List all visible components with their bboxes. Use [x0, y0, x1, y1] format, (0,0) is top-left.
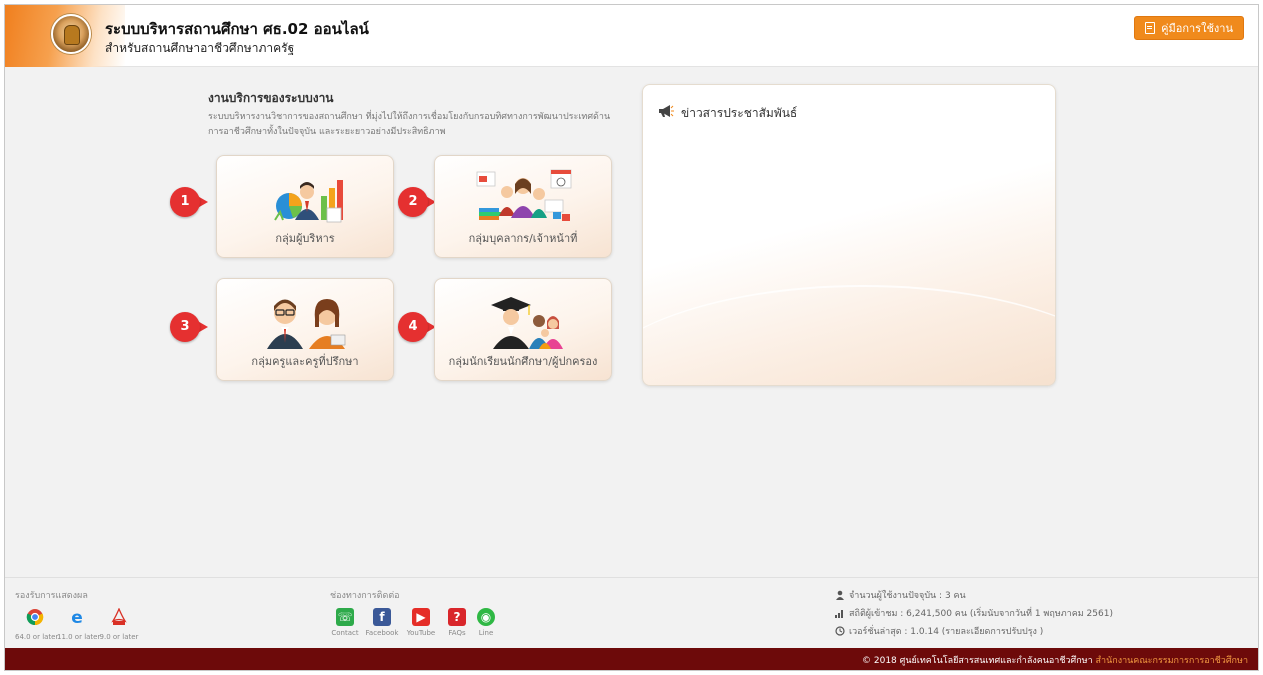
- institution-seal-logo[interactable]: [51, 14, 91, 54]
- version-text: เวอร์ชั่นล่าสุด : 1.0.14 (รายละเอียดการป…: [849, 627, 1044, 637]
- footer-info: รองรับการแสดงผล 64.0 or later e 11.0 or …: [5, 577, 1258, 650]
- contact-caption: Facebook: [365, 629, 399, 637]
- ie-icon: e: [71, 608, 83, 628]
- card-executive-group[interactable]: กลุ่มผู้บริหาร: [216, 155, 394, 258]
- megaphone-icon: [659, 105, 674, 117]
- card-teachers-group[interactable]: กลุ่มครูและครูที่ปรึกษา: [216, 278, 394, 381]
- contact-line[interactable]: ◉ Line: [464, 608, 508, 637]
- contacts-title: ช่องทางการติดต่อ: [330, 591, 400, 601]
- line-icon: ◉: [477, 608, 495, 626]
- phone-icon: ☏: [336, 608, 354, 626]
- pdf-icon: [111, 607, 127, 625]
- card-label: กลุ่มบุคลากร/เจ้าหน้าที่: [468, 232, 578, 245]
- user-icon: [836, 590, 844, 600]
- number-badge-label: 4: [408, 319, 418, 334]
- number-badge-label: 3: [180, 319, 190, 334]
- browser-caption: 9.0 or later: [99, 633, 139, 641]
- page-frame: ระบบบริหารสถานศึกษา ศธ.02 ออนไลน์ สำหรับ…: [4, 4, 1259, 671]
- youtube-icon: ▶: [412, 608, 430, 626]
- bottom-bar: © 2018 ศูนย์เทคโนโลยีสารสนเทศและกำลังคนอ…: [5, 648, 1258, 670]
- visitors-stat: สถิติผู้เข้าชม : 6,241,500 คน (เริ่มนับจ…: [835, 606, 1113, 620]
- svg-text:e: e: [71, 608, 83, 626]
- browser-ie: e 11.0 or later: [57, 608, 101, 641]
- number-badge-3: 3: [170, 312, 214, 342]
- manual-button[interactable]: คู่มือการใช้งาน: [1134, 16, 1244, 40]
- header: ระบบบริหารสถานศึกษา ศธ.02 ออนไลน์ สำหรับ…: [5, 5, 1258, 67]
- card-label: กลุ่มผู้บริหาร: [275, 232, 335, 245]
- number-badge-1: 1: [170, 187, 214, 217]
- browser-caption: 64.0 or later: [15, 633, 59, 641]
- card-students-parents-group[interactable]: กลุ่มนักเรียนนักศึกษา/ผู้ปกครอง: [434, 278, 612, 381]
- card-staff-group[interactable]: กลุ่มบุคลากร/เจ้าหน้าที่: [434, 155, 612, 258]
- services-description: ระบบบริหารงานวิชาการของสถานศึกษา ที่มุ่ง…: [208, 110, 633, 140]
- chrome-icon: [26, 609, 44, 626]
- online-users-stat: จำนวนผู้ใช้งานปัจจุบัน : 3 คน: [835, 588, 966, 602]
- news-panel: ข่าวสารประชาสัมพันธ์: [642, 84, 1056, 386]
- version-stat[interactable]: เวอร์ชั่นล่าสุด : 1.0.14 (รายละเอียดการป…: [835, 624, 1043, 638]
- card-label: กลุ่มครูและครูที่ปรึกษา: [251, 355, 359, 368]
- browser-pdf: 9.0 or later: [99, 607, 139, 641]
- contact-caption: Line: [478, 629, 494, 637]
- org-link[interactable]: สำนักงานคณะกรรมการการอาชีวศึกษา: [1096, 656, 1248, 666]
- app-title: ระบบบริหารสถานศึกษา ศธ.02 ออนไลน์: [105, 20, 369, 38]
- visitors-text: สถิติผู้เข้าชม : 6,241,500 คน (เริ่มนับจ…: [849, 609, 1113, 619]
- number-badge-label: 2: [408, 194, 418, 209]
- browser-chrome: 64.0 or later: [15, 608, 59, 641]
- copyright-text: © 2018 ศูนย์เทคโนโลยีสารสนเทศและกำลังคนอ…: [862, 656, 1093, 666]
- history-icon: [835, 626, 845, 636]
- number-badge-label: 1: [180, 194, 190, 209]
- card-label: กลุ่มนักเรียนนักศึกษา/ผู้ปกครอง: [448, 355, 598, 368]
- online-users-text: จำนวนผู้ใช้งานปัจจุบัน : 3 คน: [849, 591, 966, 601]
- services-title: งานบริการของระบบงาน: [208, 91, 334, 105]
- bar-chart-icon: [835, 610, 843, 618]
- executive-charts-icon: [274, 180, 343, 223]
- document-icon: [1145, 22, 1156, 34]
- browsers-title: รองรับการแสดงผล: [15, 591, 88, 601]
- manual-button-label: คู่มือการใช้งาน: [1161, 22, 1233, 35]
- browser-caption: 11.0 or later: [57, 633, 101, 641]
- graduate-family-icon: [491, 297, 563, 349]
- teachers-icon: [267, 299, 346, 349]
- services-description-line1: ระบบบริหารงานวิชาการของสถานศึกษา ที่มุ่ง…: [208, 112, 611, 122]
- services-description-line2: การอาชีวศึกษาทั้งในปัจจุบัน และระยะยาวอย…: [208, 127, 446, 137]
- facebook-icon: f: [373, 608, 391, 626]
- app-subtitle: สำหรับสถานศึกษาอาชีวศึกษาภาครัฐ: [105, 41, 295, 55]
- copyright: © 2018 ศูนย์เทคโนโลยีสารสนเทศและกำลังคนอ…: [862, 653, 1248, 667]
- news-title: ข่าวสารประชาสัมพันธ์: [681, 106, 798, 120]
- contact-facebook[interactable]: f Facebook: [360, 608, 404, 637]
- staff-group-icon: [476, 169, 572, 221]
